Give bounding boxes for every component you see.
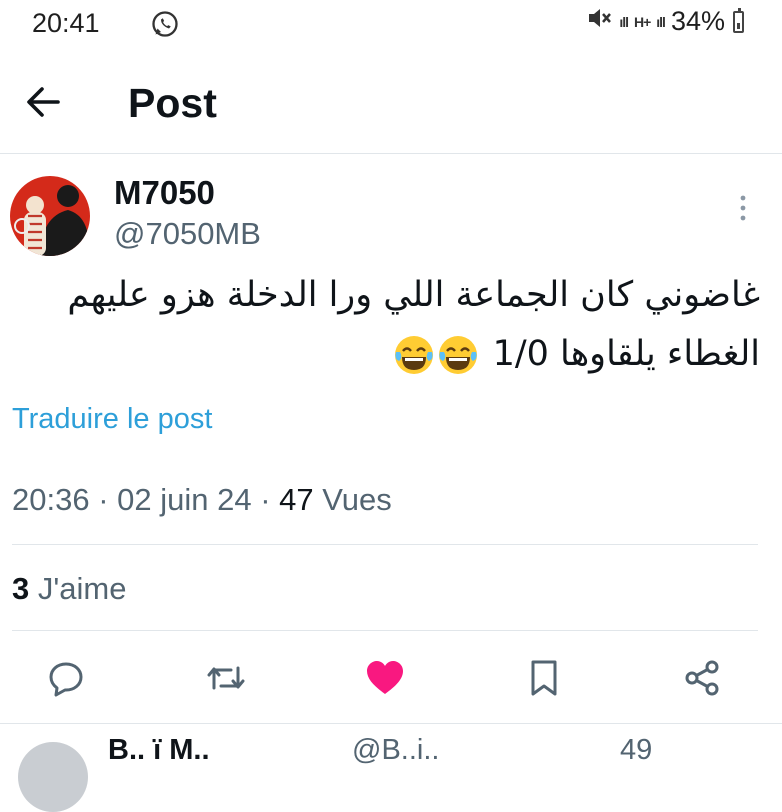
post-text-line-1: غاضوني كان الجماعة اللي ورا الدخلة هزو ع… bbox=[67, 275, 760, 315]
likes-label: J'aime bbox=[37, 571, 127, 606]
battery-icon bbox=[733, 7, 744, 33]
signal-icon: ıll bbox=[619, 13, 629, 30]
tears-of-joy-emoji-icon bbox=[393, 334, 435, 376]
post-text: غاضوني كان الجماعة اللي ورا الدخلة هزو ع… bbox=[20, 266, 760, 384]
views-label: Vues bbox=[322, 482, 392, 517]
likes-count: 3 bbox=[12, 571, 30, 606]
more-options-button[interactable] bbox=[734, 193, 752, 223]
author-name[interactable]: M7050 bbox=[114, 174, 215, 212]
avatar[interactable] bbox=[10, 176, 90, 256]
bookmark-icon bbox=[531, 660, 557, 696]
signal-icon-2: ıll bbox=[656, 13, 666, 30]
back-arrow-icon bbox=[27, 87, 60, 117]
share-icon bbox=[685, 660, 719, 696]
heart-icon bbox=[367, 661, 403, 694]
mute-icon bbox=[587, 6, 613, 37]
status-time: 20:41 bbox=[32, 8, 100, 38]
reply-avatar[interactable] bbox=[18, 742, 88, 812]
battery-percent: 34% bbox=[670, 6, 725, 36]
share-button[interactable] bbox=[680, 656, 724, 700]
post-meta: 20:36 · 02 juin 24 · 47 Vues bbox=[12, 482, 392, 517]
reply-author-name[interactable]: B.. ï M.. bbox=[108, 734, 210, 767]
more-icon bbox=[740, 195, 746, 221]
likes-divider bbox=[12, 630, 758, 631]
status-bar-right: ıll H+ ıll 34% bbox=[587, 6, 744, 37]
retweet-icon bbox=[207, 666, 245, 690]
reply-time: 49 bbox=[620, 734, 653, 766]
bookmark-button[interactable] bbox=[522, 656, 566, 700]
views-count: 47 bbox=[279, 482, 314, 517]
reply-author-handle[interactable]: @B..i.. bbox=[352, 734, 439, 767]
post-text-line-2: الغطاء يلقاوها 1/0 bbox=[20, 325, 760, 384]
back-button[interactable] bbox=[22, 84, 64, 120]
meta-divider bbox=[12, 544, 758, 545]
likes-summary[interactable]: 3 J'aime bbox=[12, 571, 127, 607]
network-type: H+ bbox=[633, 13, 651, 30]
reply-icon bbox=[49, 662, 83, 697]
post-date: 02 juin 24 bbox=[117, 482, 252, 517]
page-title: Post bbox=[128, 80, 217, 126]
reply-button[interactable] bbox=[44, 656, 88, 700]
whatsapp-icon bbox=[150, 9, 180, 44]
post-text-line-2-text: الغطاء يلقاوها 1/0 bbox=[492, 334, 760, 374]
tears-of-joy-emoji-icon bbox=[437, 334, 479, 376]
header-divider bbox=[0, 153, 782, 154]
author-handle[interactable]: @7050MB bbox=[114, 216, 261, 252]
like-button[interactable] bbox=[363, 656, 407, 700]
actions-divider bbox=[0, 723, 782, 724]
translate-post-link[interactable]: Traduire le post bbox=[12, 403, 212, 436]
repost-button[interactable] bbox=[204, 656, 248, 700]
post-time: 20:36 bbox=[12, 482, 90, 517]
